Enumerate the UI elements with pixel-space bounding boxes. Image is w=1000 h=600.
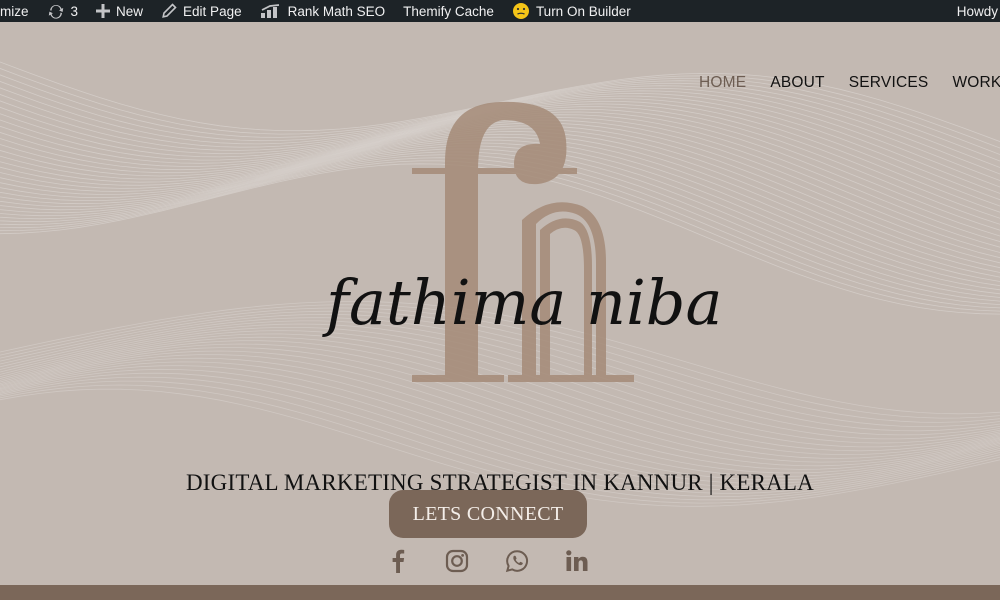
rank-math-link[interactable]: Rank Math SEO <box>251 0 395 22</box>
edit-page-link[interactable]: Edit Page <box>152 0 251 22</box>
new-content-link[interactable]: New <box>87 0 152 22</box>
updates-count: 3 <box>70 3 79 19</box>
script-name-logo: fathima niba <box>322 266 722 339</box>
main-navigation: HOME ABOUT SERVICES WORKS <box>699 74 1000 92</box>
whatsapp-icon[interactable] <box>504 548 530 574</box>
updates-link[interactable]: 3 <box>38 0 88 22</box>
nav-item-about[interactable]: ABOUT <box>770 74 824 92</box>
social-links <box>0 548 1000 574</box>
customize-link[interactable]: mize <box>0 0 38 22</box>
edit-page-label: Edit Page <box>183 3 242 19</box>
instagram-icon[interactable] <box>444 548 470 574</box>
builder-label: Turn On Builder <box>535 3 631 19</box>
my-account-link[interactable]: Howdy <box>957 0 1000 22</box>
nav-item-services[interactable]: SERVICES <box>849 74 929 92</box>
rank-math-icon <box>260 4 282 18</box>
pencil-icon <box>161 3 177 19</box>
builder-emoji-icon <box>512 2 530 20</box>
themify-cache-label: Themify Cache <box>403 3 494 19</box>
howdy-label: Howdy <box>956 3 998 19</box>
logo-script-text: fathima niba <box>322 266 722 339</box>
wp-admin-bar: mize 3 New Edit Page Rank Math SEO Themi… <box>0 0 1000 22</box>
updates-icon <box>47 3 65 19</box>
lets-connect-button[interactable]: LETS CONNECT <box>389 490 587 538</box>
builder-toggle[interactable]: Turn On Builder <box>503 0 640 22</box>
plus-icon <box>96 4 111 18</box>
customize-label: mize <box>0 3 29 19</box>
new-label: New <box>116 3 144 19</box>
nav-item-works[interactable]: WORKS <box>952 74 1000 92</box>
nav-item-home[interactable]: HOME <box>699 74 746 92</box>
linkedin-icon[interactable] <box>564 548 590 574</box>
next-section-edge <box>0 585 1000 600</box>
rank-math-label: Rank Math SEO <box>287 3 386 19</box>
themify-cache-link[interactable]: Themify Cache <box>394 0 503 22</box>
facebook-icon[interactable] <box>385 548 411 574</box>
